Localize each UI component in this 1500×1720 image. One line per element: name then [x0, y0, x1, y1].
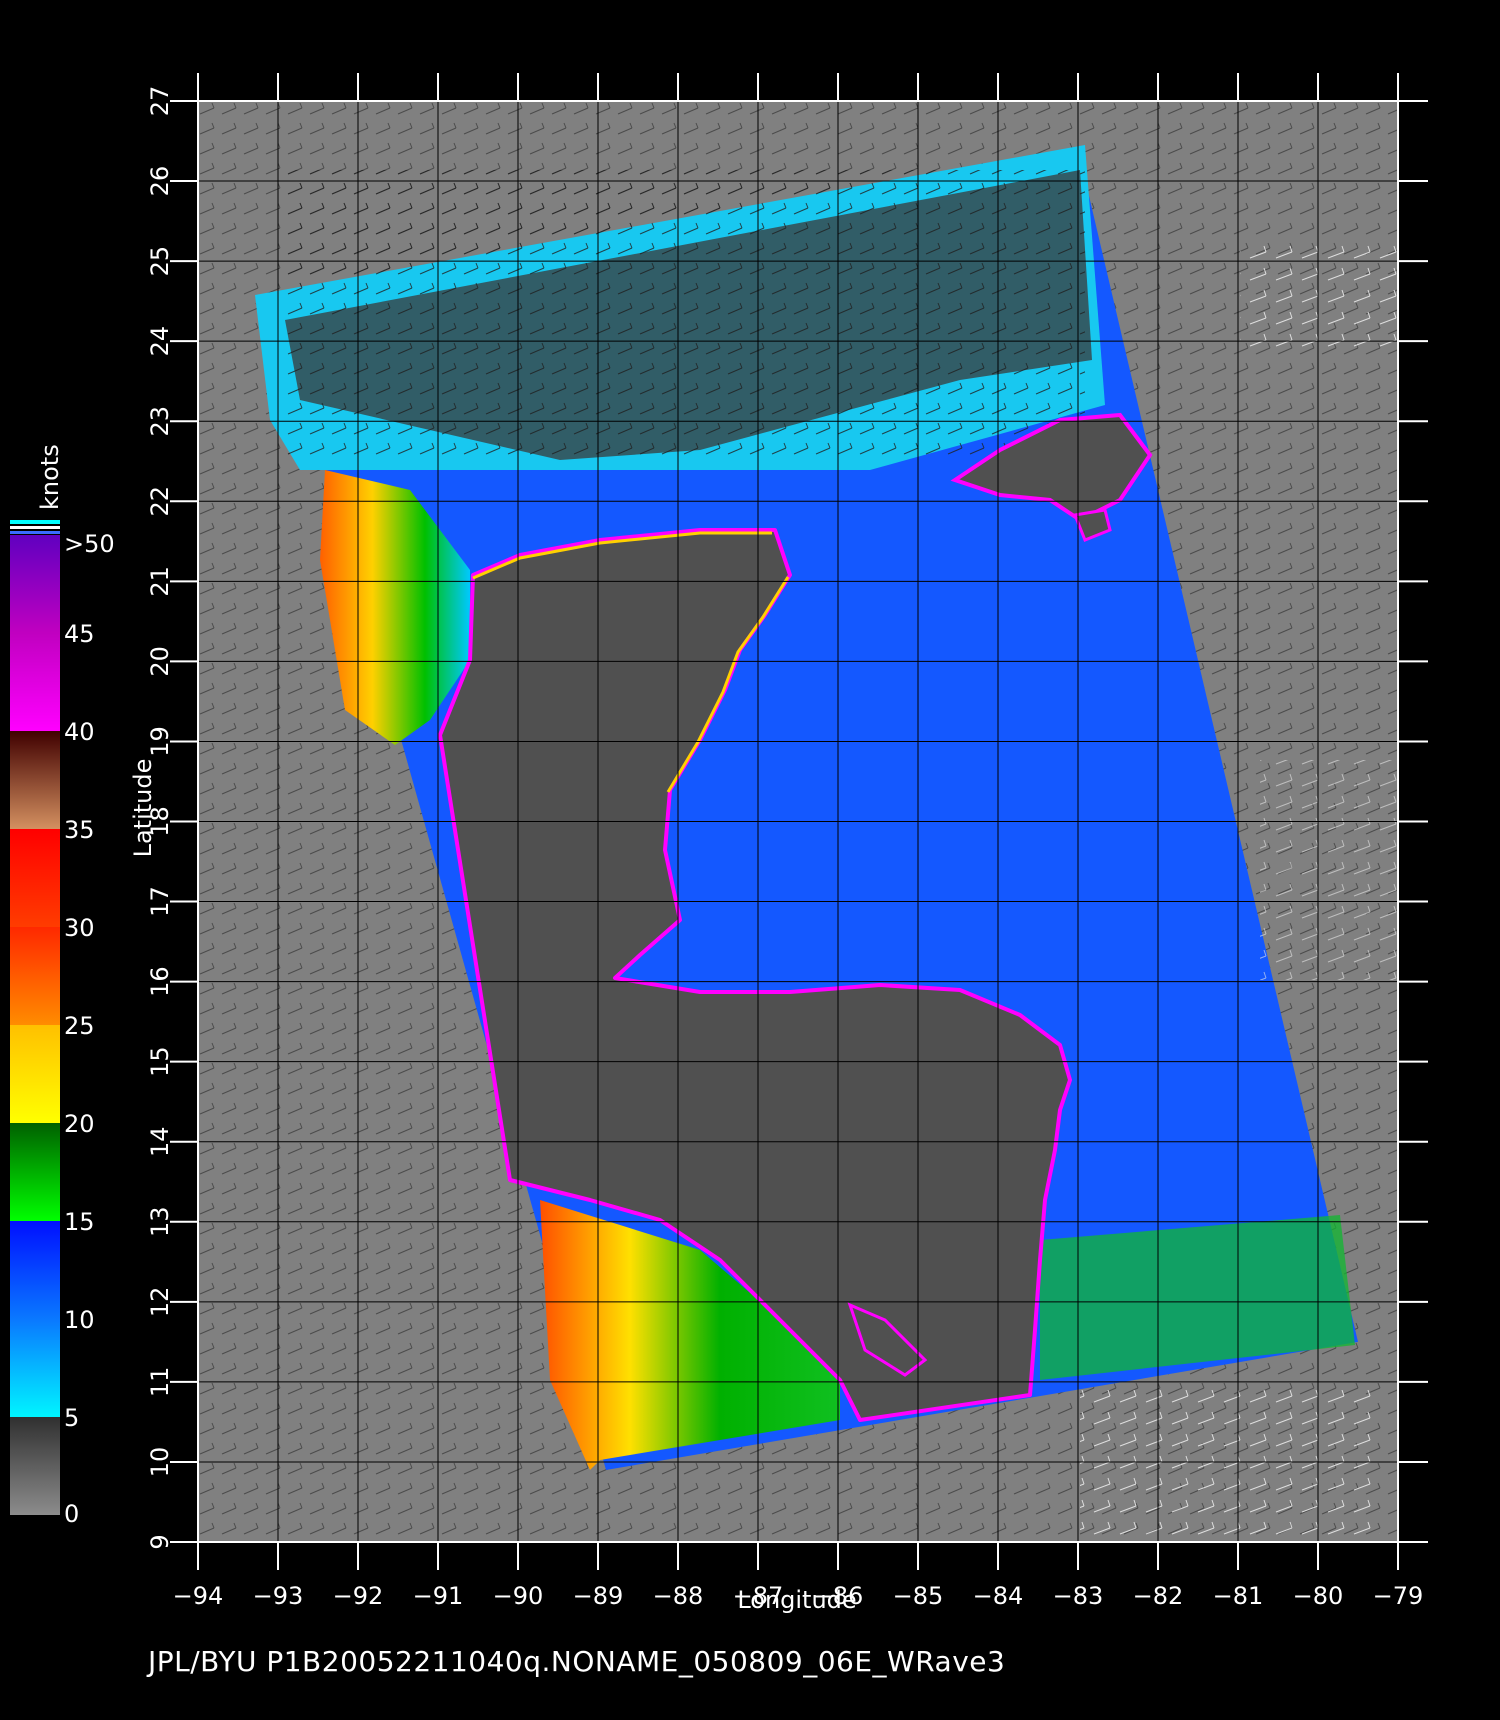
y-tick-label: 13 [146, 1207, 174, 1238]
legend-band [10, 829, 60, 927]
x-tick-label: −92 [333, 1582, 384, 1610]
legend-top-marker-cyan [10, 520, 60, 524]
x-tick-label: −82 [1133, 1582, 1184, 1610]
legend-band [10, 535, 60, 633]
x-tick-label: −79 [1373, 1582, 1424, 1610]
y-tick-label: 16 [146, 966, 174, 997]
legend-tick-label: 25 [64, 1012, 95, 1040]
color-legend: 0 5 10 15 20 25 30 35 40 45 >50 knots [10, 444, 115, 1528]
y-tick-label: 18 [146, 806, 174, 837]
y-tick-label: 19 [146, 726, 174, 757]
y-tick-label: 15 [146, 1046, 174, 1077]
x-tick-label: −87 [733, 1582, 784, 1610]
legend-tick-label: 10 [64, 1306, 95, 1334]
x-tick-label: −81 [1213, 1582, 1264, 1610]
legend-tick-label: 35 [64, 816, 95, 844]
y-tick-label: 22 [146, 486, 174, 517]
x-tick-label: −84 [973, 1582, 1024, 1610]
y-tick-label: 14 [146, 1126, 174, 1157]
x-tick-label: −90 [493, 1582, 544, 1610]
legend-band [10, 1025, 60, 1123]
legend-tick-label: 20 [64, 1110, 95, 1138]
x-tick-label: −91 [413, 1582, 464, 1610]
x-tick-label: −93 [253, 1582, 304, 1610]
legend-top-marker-blue [10, 531, 60, 534]
white-barb-field-se [1080, 1390, 1380, 1540]
legend-tick-label: 0 [64, 1500, 79, 1528]
y-tick-label: 23 [146, 406, 174, 437]
legend-band [10, 1319, 60, 1417]
y-tick-label: 21 [146, 566, 174, 597]
x-tick-label: −88 [653, 1582, 704, 1610]
y-tick-label: 9 [146, 1534, 174, 1549]
data-source-caption: JPL/BYU P1B20052211040q.NONAME_050809_06… [148, 1645, 1006, 1678]
x-tick-label: −83 [1053, 1582, 1104, 1610]
x-tick-label: −85 [893, 1582, 944, 1610]
legend-tick-label: 30 [64, 914, 95, 942]
y-tick-label: 20 [146, 646, 174, 677]
y-tick-label: 12 [146, 1287, 174, 1318]
y-tick-label: 26 [146, 166, 174, 197]
y-tick-label: 24 [146, 326, 174, 357]
legend-top-marker-white [10, 526, 60, 529]
legend-tick-label: 40 [64, 718, 95, 746]
x-tick-label: −89 [573, 1582, 624, 1610]
y-tick-label: 27 [146, 86, 174, 117]
y-tick-label: 25 [146, 246, 174, 277]
legend-band [10, 1221, 60, 1319]
legend-unit-label: knots [36, 444, 64, 510]
legend-band [10, 633, 60, 731]
legend-tick-label: 15 [64, 1208, 95, 1236]
white-barb-field-e [1260, 760, 1398, 980]
y-tick-label: 10 [146, 1447, 174, 1478]
calm-barb-texture [285, 170, 1085, 460]
x-tick-label: −94 [173, 1582, 224, 1610]
y-tick-label: 11 [146, 1367, 174, 1398]
white-barb-field-ne [1240, 240, 1398, 350]
legend-band [10, 1417, 60, 1515]
legend-band [10, 1123, 60, 1221]
x-tick-label: −80 [1293, 1582, 1344, 1610]
legend-band [10, 927, 60, 1025]
legend-band [10, 731, 60, 829]
y-tick-label: 17 [146, 886, 174, 917]
legend-tick-label: 5 [64, 1404, 79, 1432]
wind-map: Longitude Latitude −94 −93 −92 −91 −90 −89 −88… [10, 73, 1428, 1614]
x-tick-label: −86 [813, 1582, 864, 1610]
legend-tick-label: >50 [64, 530, 115, 558]
legend-tick-label: 45 [64, 620, 95, 648]
